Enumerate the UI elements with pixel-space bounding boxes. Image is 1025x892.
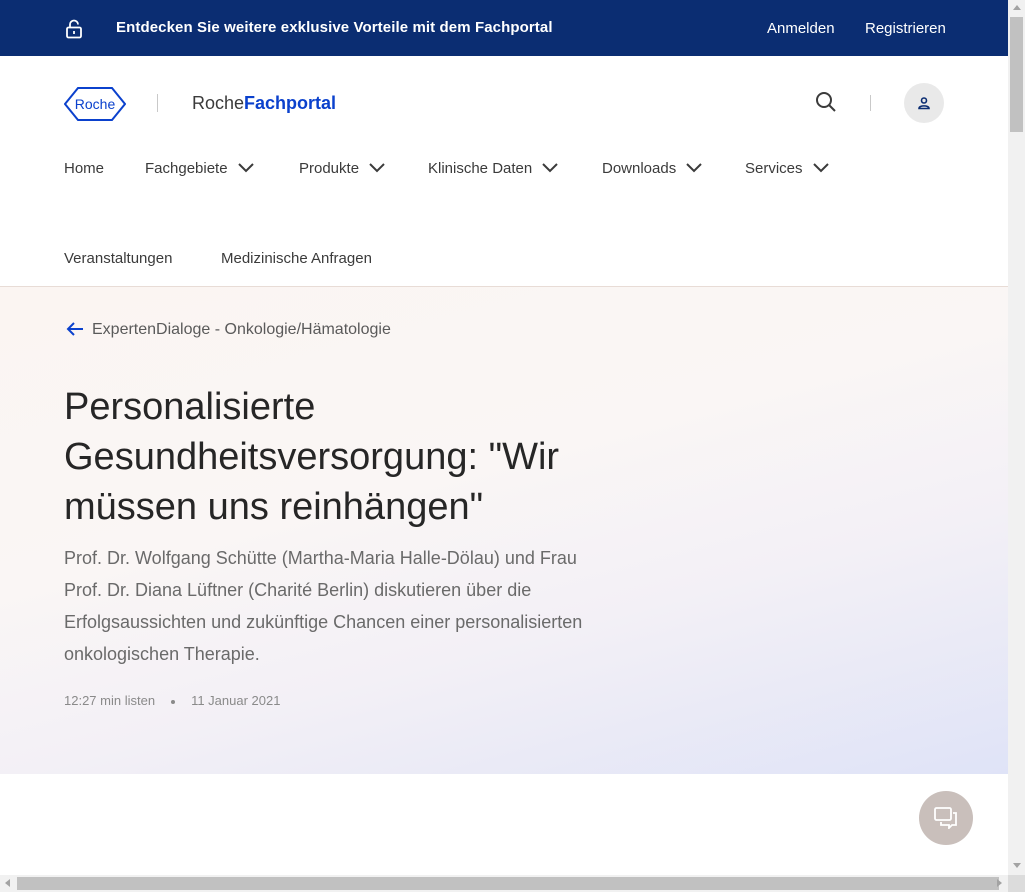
nav-label: Klinische Daten — [428, 160, 533, 177]
search-icon[interactable] — [815, 91, 837, 113]
nav-item-home[interactable]: Home — [64, 160, 104, 177]
scrollbar-corner — [1008, 875, 1025, 892]
publish-date: 11 Januar 2021 — [191, 693, 281, 708]
scroll-right-arrow[interactable] — [997, 879, 1002, 887]
login-link[interactable]: Anmelden — [767, 20, 835, 37]
chevron-down-icon — [686, 162, 702, 172]
nav-item-services[interactable]: Services — [745, 160, 829, 177]
brand-light: Roche — [192, 93, 245, 113]
scroll-up-arrow[interactable] — [1013, 5, 1021, 10]
logo-text: Roche — [75, 96, 116, 112]
vertical-scroll-thumb[interactable] — [1010, 17, 1023, 132]
nav-label: Medizinische Anfragen — [221, 250, 372, 267]
nav-label: Produkte — [299, 160, 360, 177]
chevron-down-icon — [812, 162, 829, 172]
article-hero: ExpertenDialoge - Onkologie/Hämatologie … — [0, 287, 1008, 774]
nav-label: Fachgebiete — [145, 160, 228, 177]
nav-label: Services — [745, 160, 803, 177]
vertical-scrollbar[interactable] — [1008, 0, 1025, 875]
horizontal-scrollbar[interactable] — [0, 875, 1008, 892]
chevron-down-icon — [369, 162, 385, 172]
logo-divider — [157, 94, 158, 112]
nav-label: Home — [64, 160, 105, 177]
chat-icon — [934, 807, 957, 829]
fachportal-brand[interactable]: RocheFachportal — [192, 93, 336, 114]
brand-bold: Fachportal — [244, 93, 337, 113]
header-divider — [870, 95, 871, 111]
nav-label: Veranstaltungen — [64, 250, 173, 267]
nav-item-fachgebiete[interactable]: Fachgebiete — [145, 160, 254, 177]
arrow-left-icon[interactable] — [66, 321, 84, 337]
nav-label: Downloads — [602, 160, 677, 177]
chat-button[interactable] — [919, 791, 973, 845]
nav-item-downloads[interactable]: Downloads — [602, 160, 702, 177]
nav-item-klinische-daten[interactable]: Klinische Daten — [428, 160, 558, 177]
site-header: Roche RocheFachportal Home Fachgebiete P… — [0, 56, 1008, 287]
horizontal-scroll-thumb[interactable] — [17, 877, 999, 890]
promo-bar: Entdecken Sie weitere exklusive Vorteile… — [0, 0, 1008, 56]
meta-separator — [171, 699, 176, 704]
lock-icon — [66, 19, 82, 39]
user-icon — [918, 97, 930, 110]
nav-item-produkte[interactable]: Produkte — [299, 160, 385, 177]
roche-logo[interactable]: Roche — [64, 87, 126, 121]
page-title: Personalisierte Gesundheitsversorgung: "… — [64, 386, 560, 528]
nav-item-medizinische-anfragen[interactable]: Medizinische Anfragen — [221, 250, 372, 267]
chevron-down-icon — [542, 162, 558, 172]
article-lead: Prof. Dr. Wolfgang Schütte (Martha-Maria… — [64, 548, 583, 664]
user-account-button[interactable] — [904, 83, 944, 123]
chevron-down-icon — [237, 162, 254, 172]
register-link[interactable]: Registrieren — [865, 20, 946, 37]
scroll-down-arrow[interactable] — [1013, 863, 1021, 868]
nav-item-veranstaltungen[interactable]: Veranstaltungen — [64, 250, 172, 267]
scroll-left-arrow[interactable] — [5, 879, 10, 887]
article-meta: 12:27 min listen 11 Januar 2021 — [64, 693, 280, 708]
listen-duration: 12:27 min listen — [64, 693, 156, 708]
promo-text: Entdecken Sie weitere exklusive Vorteile… — [116, 19, 553, 36]
back-link[interactable]: ExpertenDialoge - Onkologie/Hämatologie — [92, 321, 391, 339]
